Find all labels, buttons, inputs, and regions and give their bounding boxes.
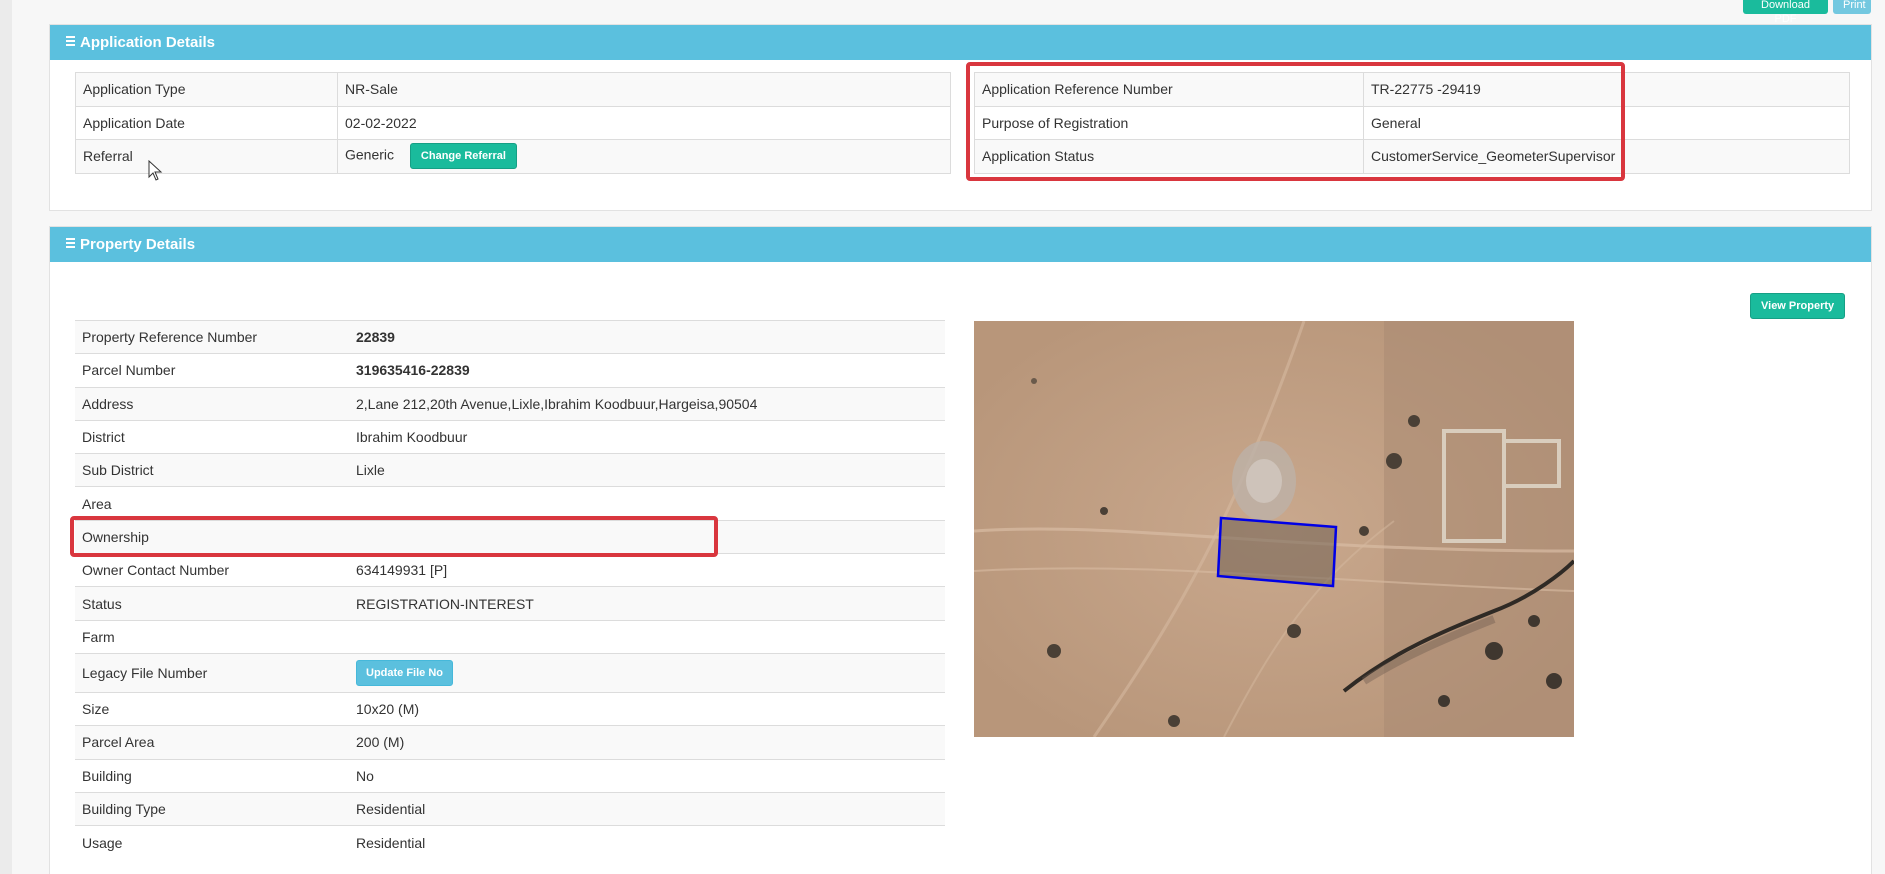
row-label: Legacy File Number: [75, 652, 349, 693]
row-label: Referral: [75, 139, 338, 174]
row-label: Parcel Number: [75, 353, 349, 388]
row-label: Usage: [75, 825, 349, 859]
list-icon: [64, 36, 75, 46]
table-row: Legacy File Number Update File No: [75, 652, 945, 693]
row-label: Size: [75, 691, 349, 726]
highlight-box-ownership: [70, 516, 718, 557]
table-row: Application Date 02-02-2022: [75, 105, 951, 140]
row-label: Application Type: [75, 72, 338, 107]
table-row: Building Type Residential: [75, 791, 945, 826]
row-value: 319635416-22839: [349, 353, 945, 388]
page-content: Download PDF Print Application Details A…: [12, 0, 1885, 874]
row-value: Generic Change Referral: [337, 139, 951, 174]
row-label: Parcel Area: [75, 725, 349, 760]
row-label: Owner Contact Number: [75, 553, 349, 587]
table-row: Referral Generic Change Referral: [75, 139, 951, 174]
table-row: Size 10x20 (M): [75, 691, 945, 726]
property-details-header[interactable]: Property Details: [50, 227, 1871, 262]
row-label: Building: [75, 758, 349, 793]
row-label: Sub District: [75, 453, 349, 487]
row-value: 10x20 (M): [349, 691, 945, 726]
table-row: Application Type NR-Sale: [75, 72, 951, 107]
row-label: Farm: [75, 619, 349, 654]
row-label: Building Type: [75, 791, 349, 826]
property-details-title: Property Details: [80, 236, 196, 253]
table-row: Usage Residential: [75, 825, 945, 859]
application-details-header[interactable]: Application Details: [50, 25, 1871, 60]
view-property-button[interactable]: View Property: [1750, 293, 1846, 319]
table-row: Owner Contact Number 634149931 [P]: [75, 553, 945, 587]
table-row: Farm: [75, 619, 945, 654]
row-value: Ibrahim Koodbuur: [349, 419, 945, 454]
table-row: Status REGISTRATION-INTEREST: [75, 586, 945, 621]
row-value: 2,Lane 212,20th Avenue,Lixle,Ibrahim Koo…: [349, 386, 945, 421]
row-value: Lixle: [349, 453, 945, 487]
update-file-no-button[interactable]: Update File No: [356, 659, 454, 686]
table-row: District Ibrahim Koodbuur: [75, 419, 945, 454]
table-row: Building No: [75, 758, 945, 793]
parcel-outline[interactable]: [1216, 516, 1338, 588]
row-value: 634149931 [P]: [349, 553, 945, 587]
row-value: 200 (M): [349, 725, 945, 760]
change-referral-button[interactable]: Change Referral: [409, 143, 517, 170]
row-value: REGISTRATION-INTEREST: [349, 586, 945, 621]
row-label: Status: [75, 586, 349, 621]
row-value: [349, 619, 945, 654]
row-value: 02-02-2022: [337, 105, 951, 140]
row-value: Update File No: [349, 652, 945, 693]
table-row: Sub District Lixle: [75, 453, 945, 487]
download-pdf-button[interactable]: Download PDF: [1743, 0, 1828, 25]
table-row: Parcel Number 319635416-22839: [75, 353, 945, 388]
row-value: Residential: [349, 825, 945, 859]
highlight-box-application-reference: [966, 62, 1625, 181]
print-button[interactable]: Print: [1833, 0, 1871, 14]
row-value: Residential: [349, 791, 945, 826]
application-left-table: Application Type NR-Sale Application Dat…: [75, 72, 951, 174]
row-label: Address: [75, 386, 349, 421]
referral-value: Generic: [345, 146, 395, 163]
application-details-title: Application Details: [80, 34, 216, 51]
table-row: Parcel Area 200 (M): [75, 725, 945, 760]
row-value: NR-Sale: [337, 72, 951, 107]
row-value: No: [349, 758, 945, 793]
table-row: Property Reference Number 22839: [75, 319, 945, 354]
row-value: 22839: [349, 319, 945, 354]
row-label: Property Reference Number: [75, 319, 349, 354]
table-row: Address 2,Lane 212,20th Avenue,Lixle,Ibr…: [75, 386, 945, 421]
row-label: Application Date: [75, 105, 338, 140]
property-aerial-map[interactable]: [974, 321, 1574, 737]
row-label: District: [75, 419, 349, 454]
list-icon: [64, 238, 75, 248]
property-table: Property Reference Number 22839 Parcel N…: [75, 319, 945, 859]
mouse-cursor-icon: [148, 160, 163, 181]
